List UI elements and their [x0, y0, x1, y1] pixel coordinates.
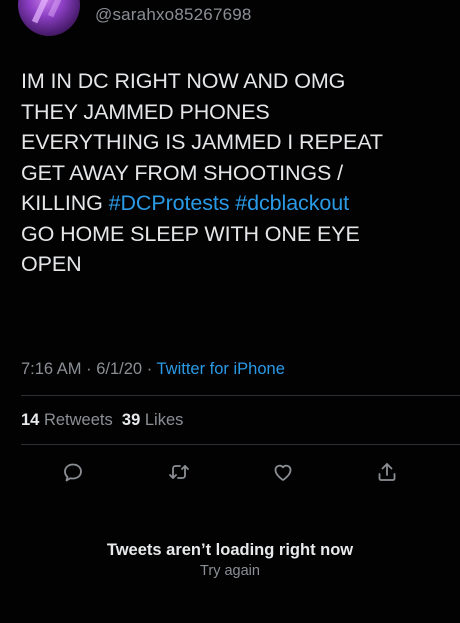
reply-button[interactable]: [58, 457, 88, 487]
tweet-screen: @sarahxo85267698 IM IN DC RIGHT NOW AND …: [0, 0, 460, 623]
divider: [21, 395, 460, 396]
tweet-line: KILLING #DCProtests #dcblackout: [21, 188, 446, 219]
tweet-line: EVERYTHING IS JAMMED I REPEAT: [21, 130, 383, 154]
retweets-count: 14: [21, 411, 40, 429]
hashtag-link[interactable]: #DCProtests: [109, 191, 230, 215]
meta-separator: ·: [146, 360, 153, 378]
tweet-source-link[interactable]: Twitter for iPhone: [157, 360, 285, 378]
divider: [21, 444, 460, 445]
likes-count: 39: [121, 411, 141, 429]
error-message: Tweets aren’t loading right now: [106, 541, 354, 559]
likes-stat[interactable]: 39 Likes: [122, 411, 183, 429]
likes-label: Likes: [144, 411, 184, 429]
like-icon: [274, 464, 292, 481]
retweets-label: Retweets: [43, 411, 113, 429]
user-handle[interactable]: @sarahxo85267698: [95, 5, 252, 25]
tweet-line: GO HOME SLEEP WITH ONE EYE: [21, 221, 360, 246]
tweet-line: IM IN DC RIGHT NOW AND OMG: [21, 69, 346, 93]
retweets-stat[interactable]: 14 Retweets: [21, 411, 113, 429]
retweet-icon: [169, 465, 189, 479]
meta-separator: ·: [86, 360, 92, 378]
share-icon: [378, 463, 396, 481]
tweet-line-text: KILLING: [21, 191, 109, 215]
tweet-line: OPEN: [21, 252, 82, 276]
tweet-stats: 14 Retweets 39 Likes: [21, 411, 183, 430]
reply-icon: [64, 463, 82, 482]
share-button[interactable]: [372, 457, 402, 487]
hashtag-link[interactable]: #dcblackout: [235, 191, 349, 215]
tweet-meta: 7:16 AM · 6/1/20 · Twitter for iPhone: [21, 360, 285, 379]
tweet-text: IM IN DC RIGHT NOW AND OMG THEY JAMMED P…: [21, 66, 446, 280]
like-button[interactable]: [268, 457, 298, 487]
tweet-time[interactable]: 7:16 AM: [21, 360, 82, 378]
tweet-date[interactable]: 6/1/20: [96, 360, 142, 378]
retweet-button[interactable]: [164, 457, 194, 487]
tweet-line: THEY JAMMED PHONES: [21, 99, 270, 124]
try-again-link[interactable]: Try again: [0, 563, 460, 579]
action-bar: [0, 452, 460, 492]
tweet-line: GET AWAY FROM SHOOTINGS /: [21, 160, 344, 185]
avatar[interactable]: [18, 0, 80, 36]
